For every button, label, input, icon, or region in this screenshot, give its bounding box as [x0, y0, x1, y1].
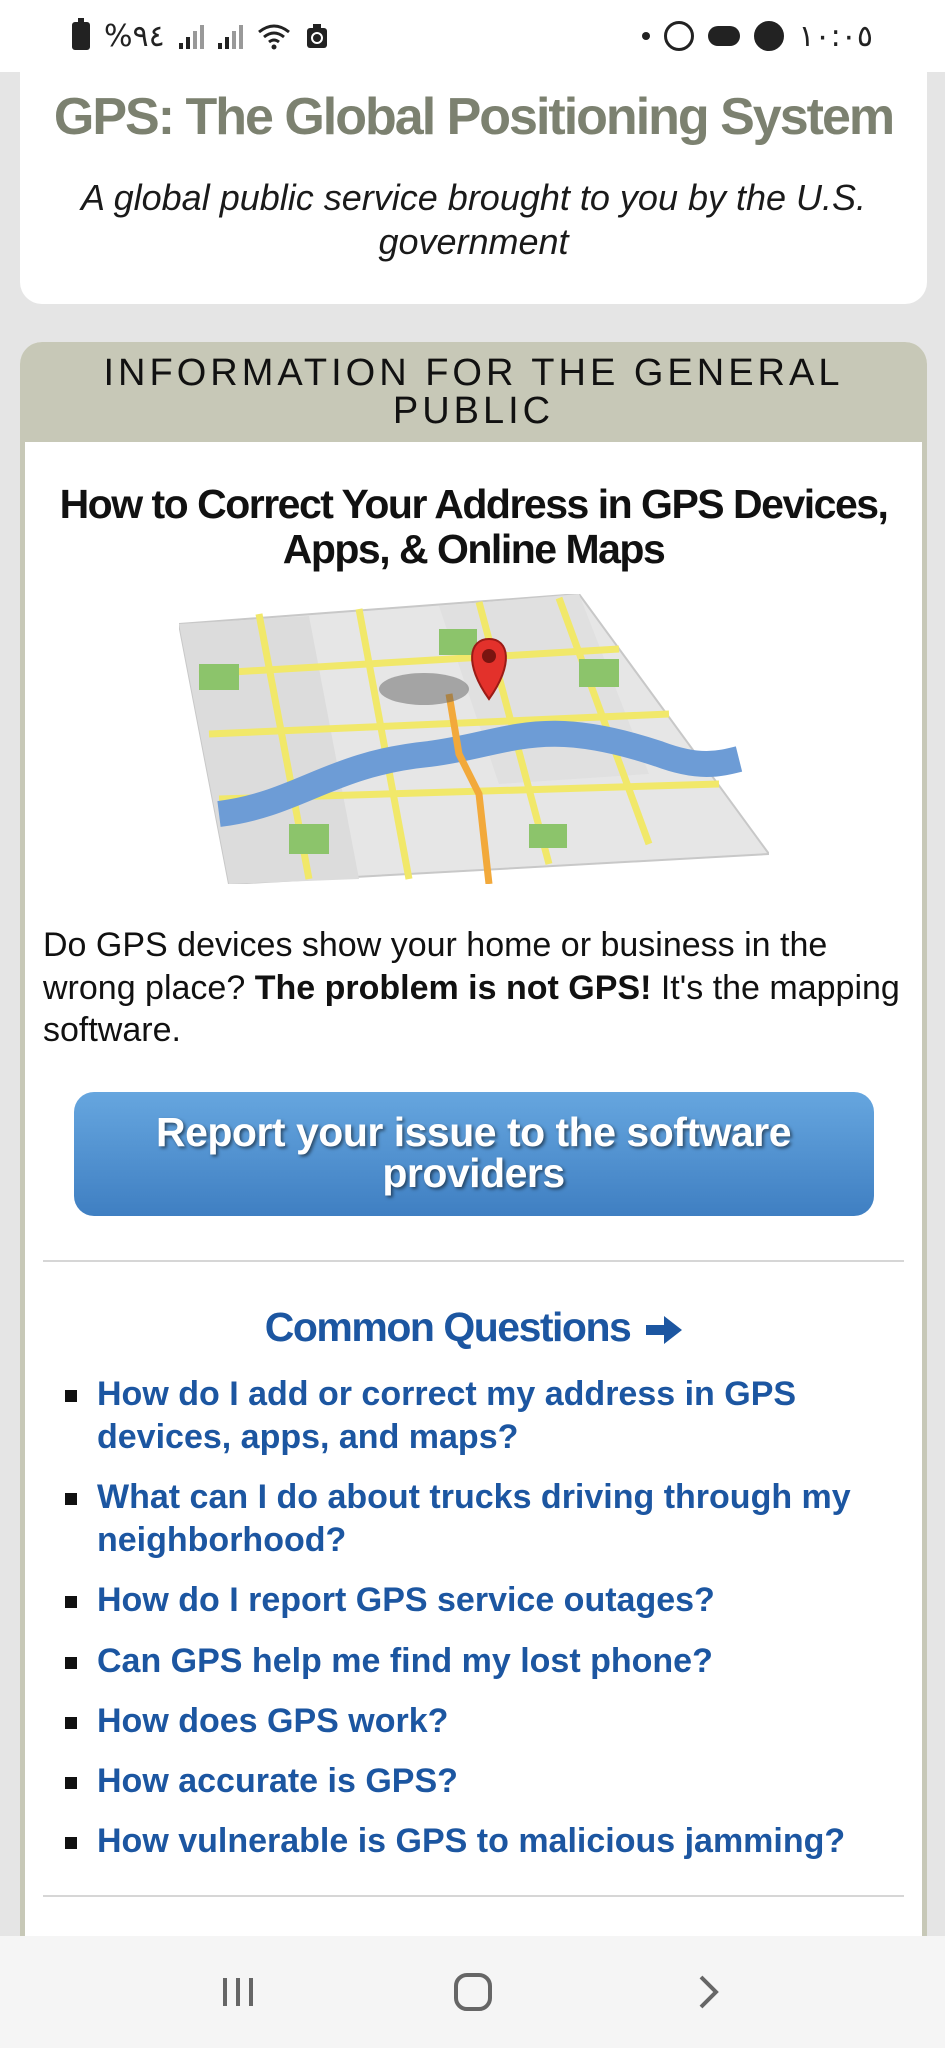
signal-icon: [178, 23, 204, 49]
folded-map-image: [177, 593, 771, 886]
battery-icon: [72, 18, 90, 50]
question-link[interactable]: Can GPS help me find my lost phone?: [65, 1640, 904, 1683]
question-link[interactable]: How do I add or correct my address in GP…: [65, 1373, 904, 1459]
back-button[interactable]: [668, 1952, 748, 2032]
site-subtitle: A global public service brought to you b…: [80, 177, 867, 262]
common-questions-label: Common Questions: [264, 1303, 632, 1350]
recent-apps-button[interactable]: [198, 1952, 278, 2032]
questions-list: How do I add or correct my address in GP…: [43, 1373, 904, 1864]
home-button[interactable]: [433, 1952, 513, 2032]
divider: [43, 1259, 904, 1262]
question-link[interactable]: How accurate is GPS?: [65, 1760, 904, 1803]
report-issue-button[interactable]: Report your issue to the software provid…: [73, 1091, 874, 1216]
status-left: %٩٤: [72, 18, 329, 54]
divider: [43, 1895, 904, 1898]
question-link[interactable]: How does GPS work?: [65, 1700, 904, 1743]
question-link[interactable]: What can I do about trucks driving throu…: [65, 1476, 904, 1562]
info-panel: INFORMATION FOR THE GENERAL PUBLIC How t…: [20, 342, 927, 2048]
question-link[interactable]: How do I report GPS service outages?: [65, 1579, 904, 1622]
status-right: ١٠:٠٥: [642, 19, 873, 54]
question-link[interactable]: How vulnerable is GPS to malicious jammi…: [65, 1820, 904, 1863]
home-icon: [453, 1973, 492, 2011]
arrow-right-icon: [646, 1315, 683, 1344]
status-time: ١٠:٠٥: [798, 18, 873, 54]
recent-apps-icon: [222, 1978, 253, 2006]
intro-paragraph: Do GPS devices show your home or busines…: [43, 924, 904, 1052]
panel-header: INFORMATION FOR THE GENERAL PUBLIC: [20, 342, 927, 442]
back-icon: [699, 1975, 719, 2009]
facebook-icon: [754, 21, 785, 51]
battery-text: %٩٤: [104, 18, 165, 54]
dot-icon: [642, 32, 651, 40]
article-title[interactable]: How to Correct Your Address in GPS Devic…: [43, 442, 904, 572]
map-illustration[interactable]: [177, 593, 771, 886]
site-header: GPS: The Global Positioning System A glo…: [20, 72, 927, 304]
panel-body: How to Correct Your Address in GPS Devic…: [20, 442, 927, 2048]
signal-icon: [217, 23, 243, 49]
recycle-icon: [306, 24, 327, 48]
system-nav-bar: [0, 1936, 945, 2048]
panel-heading: INFORMATION FOR THE GENERAL PUBLIC: [103, 352, 844, 432]
wifi-icon: [257, 24, 290, 50]
whatsapp-icon: [664, 21, 695, 51]
site-title[interactable]: GPS: The Global Positioning System: [20, 86, 927, 148]
intro-bold: The problem is not GPS!: [254, 968, 652, 1007]
common-questions-title[interactable]: Common Questions: [43, 1304, 904, 1351]
status-bar: %٩٤ ١٠:٠٥: [0, 0, 945, 72]
cloud-icon: [708, 26, 741, 46]
